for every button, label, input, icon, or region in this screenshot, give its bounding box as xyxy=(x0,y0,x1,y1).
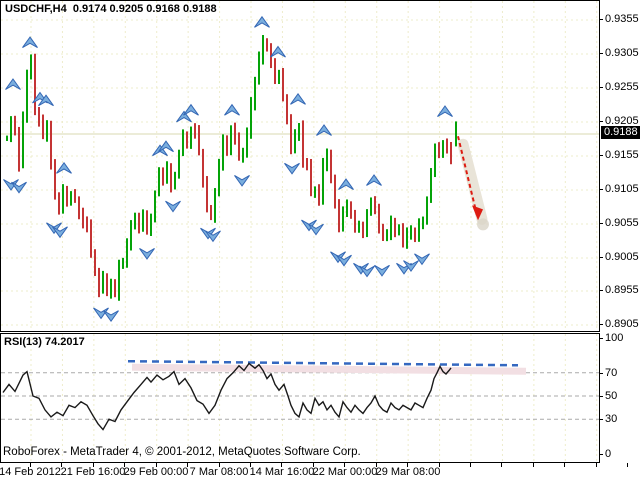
chart-title: USDCHF,H4 0.9174 0.9205 0.9168 0.9188 xyxy=(5,3,217,15)
price-axis-label: 0.9355 xyxy=(605,13,639,25)
rsi-axis-label: 0 xyxy=(605,448,611,460)
rsi-axis-label: 100 xyxy=(605,332,623,344)
price-axis-label: 0.9305 xyxy=(605,47,639,59)
time-axis-tick xyxy=(313,463,314,467)
time-axis-tick xyxy=(156,463,157,467)
fractal-up-arrow-icon xyxy=(367,175,382,186)
price-axis-tick xyxy=(599,223,603,224)
time-axis-tick xyxy=(344,463,345,467)
time-axis-tick xyxy=(219,463,220,467)
fractal-up-arrow-icon xyxy=(225,105,240,116)
price-axis-tick xyxy=(599,19,603,20)
time-axis-tick xyxy=(439,463,440,467)
time-axis-tick xyxy=(61,463,62,467)
fractal-down-arrow-icon xyxy=(235,175,250,186)
price-chart-panel[interactable]: USDCHF,H4 0.9174 0.9205 0.9168 0.9188 xyxy=(0,0,600,332)
time-axis-label: 29 Mar 08:00 xyxy=(376,466,441,478)
price-axis-tick xyxy=(599,155,603,156)
price-axis-tick xyxy=(599,189,603,190)
time-axis-tick xyxy=(124,463,125,467)
time-axis-tick xyxy=(564,463,565,467)
rsi-axis-tick xyxy=(599,373,603,374)
rsi-axis-label: 30 xyxy=(605,413,617,425)
time-axis-tick xyxy=(281,463,282,467)
rsi-axis-tick xyxy=(599,338,603,339)
time-axis-label: 7 Mar 08:00 xyxy=(190,466,249,478)
price-bars xyxy=(7,35,456,301)
fractal-down-arrow-icon xyxy=(140,248,155,259)
price-axis-label: 0.9155 xyxy=(605,149,639,161)
fractal-up-arrow-icon xyxy=(23,37,38,48)
rsi-canvas[interactable] xyxy=(1,334,599,462)
time-axis-tick xyxy=(470,463,471,467)
rsi-axis-tick xyxy=(599,396,603,397)
fractal-down-arrow-icon xyxy=(12,182,27,193)
fractal-up-arrow-icon xyxy=(291,94,306,105)
price-axis-label: 0.9255 xyxy=(605,81,639,93)
forecast-head-shadow xyxy=(477,218,489,230)
rsi-axis-label: 70 xyxy=(605,367,617,379)
time-axis-tick xyxy=(250,463,251,467)
time-axis-tick xyxy=(93,463,94,467)
price-axis-tick xyxy=(599,87,603,88)
time-axis-label: 14 Feb 2012 xyxy=(0,466,61,478)
time-axis-label: 14 Mar 16:00 xyxy=(250,466,315,478)
price-axis-label: 0.8905 xyxy=(605,318,639,330)
fractal-up-arrow-icon xyxy=(339,179,354,190)
time-axis-tick xyxy=(30,463,31,467)
price-axis-label: 0.9105 xyxy=(605,183,639,195)
rsi-gridlines xyxy=(1,334,599,462)
rsi-axis-tick xyxy=(599,454,603,455)
fractal-up-arrow-icon xyxy=(271,47,286,58)
fractal-up-arrows xyxy=(6,17,453,190)
price-axis-label: 0.8955 xyxy=(605,284,639,296)
time-axis-label: 29 Feb 00:00 xyxy=(124,466,189,478)
fractal-down-arrow-icon xyxy=(375,265,390,276)
time-axis-tick xyxy=(533,463,534,467)
time-axis-tick xyxy=(187,463,188,467)
rsi-label: RSI(13) 74.2017 xyxy=(4,336,85,348)
mt4-chart-window: USDCHF,H4 0.9174 0.9205 0.9168 0.9188 RS… xyxy=(0,0,640,480)
fractal-up-arrow-icon xyxy=(255,17,270,28)
fractal-down-arrow-icon xyxy=(309,224,324,235)
price-axis-tick xyxy=(599,324,603,325)
price-axis-label: 0.9055 xyxy=(605,217,639,229)
fractal-down-arrow-icon xyxy=(166,201,181,212)
price-axis-tick xyxy=(599,290,603,291)
fractal-down-arrow-icon xyxy=(285,163,300,174)
fractal-down-arrow-icon xyxy=(104,311,119,322)
fractal-up-arrow-icon xyxy=(57,163,72,174)
price-axis-tick xyxy=(599,53,603,54)
rsi-trendline-band xyxy=(132,367,526,371)
rsi-axis-tick xyxy=(599,419,603,420)
copyright-text: RoboForex - MetaTrader 4, © 2001-2012, M… xyxy=(3,446,361,458)
current-price-tag: 0.9188 xyxy=(601,126,640,139)
price-axis-label: 0.9005 xyxy=(605,251,639,263)
time-axis-tick xyxy=(501,463,502,467)
price-chart-canvas[interactable] xyxy=(1,1,599,331)
main-gridlines xyxy=(1,1,599,331)
time-axis-tick xyxy=(407,463,408,467)
price-axis-tick xyxy=(599,121,603,122)
rsi-axis-label: 50 xyxy=(605,390,617,402)
fractal-up-arrow-icon xyxy=(177,111,192,122)
fractal-up-arrow-icon xyxy=(184,105,199,116)
time-axis-label: 21 Feb 16:00 xyxy=(61,466,126,478)
rsi-indicator-panel[interactable] xyxy=(0,333,600,463)
time-axis-tick xyxy=(376,463,377,467)
time-axis-label: 22 Mar 00:00 xyxy=(313,466,378,478)
time-axis-tick xyxy=(627,463,628,467)
time-axis-tick xyxy=(596,463,597,467)
price-axis-tick xyxy=(599,257,603,258)
